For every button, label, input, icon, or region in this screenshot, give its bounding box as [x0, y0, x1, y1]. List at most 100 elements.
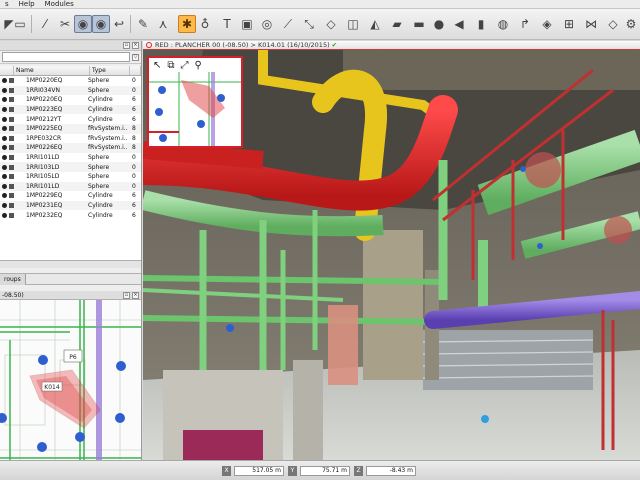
hook-icon[interactable]: ↩	[110, 15, 128, 33]
valve-icon[interactable]: ⋈	[582, 15, 600, 33]
eye-icon[interactable]: ◉	[74, 15, 92, 33]
row-name: 1MP0226EQ	[26, 144, 63, 152]
tripod-icon[interactable]: ⋏	[154, 15, 172, 33]
lock-icon[interactable]	[9, 164, 14, 170]
arrow-icon[interactable]: ↖	[153, 60, 161, 71]
table-row[interactable]: 1RRI103LD Sphere 0	[0, 162, 141, 172]
minimap-overlay[interactable]: ↖ ⧉ ⤢ ⚲	[147, 56, 243, 148]
orange-star-icon[interactable]: ✱	[178, 15, 196, 33]
visibility-icon[interactable]	[2, 107, 7, 113]
sphere-icon[interactable]: ●	[430, 15, 448, 33]
screen-icon[interactable]: ▭	[11, 15, 29, 33]
search-input[interactable]	[2, 52, 130, 62]
sweep-icon[interactable]: ◭	[366, 15, 384, 33]
gear-icon[interactable]: ⚙	[622, 15, 640, 33]
cube-icon[interactable]: ◈	[538, 15, 556, 33]
lock-icon[interactable]	[9, 135, 14, 141]
tab-groups[interactable]: roups	[0, 274, 26, 285]
close-icon[interactable]: ×	[132, 42, 139, 49]
float-button[interactable]: ▫	[123, 42, 130, 49]
visibility-icon[interactable]	[2, 174, 7, 180]
lock-icon[interactable]	[9, 174, 14, 180]
line-icon[interactable]: ⟋	[279, 15, 297, 33]
polygon-icon[interactable]: ◇	[322, 15, 340, 33]
lock-icon[interactable]	[9, 212, 14, 218]
visibility-icon[interactable]	[2, 193, 7, 199]
visibility-icon[interactable]	[2, 78, 7, 84]
table-row[interactable]: 1MP0229EQ Cylindre 6	[0, 191, 141, 201]
lock-icon[interactable]	[9, 78, 14, 84]
lock-icon[interactable]	[9, 116, 14, 122]
table-row[interactable]: 1RRI101LD Sphere 0	[0, 181, 141, 192]
header-type[interactable]: Type	[90, 66, 130, 75]
diagonal-icon[interactable]: ⤡	[300, 15, 318, 33]
visibility-icon[interactable]	[2, 155, 7, 161]
cylinder-icon[interactable]: ▮	[472, 15, 490, 33]
visibility-icon[interactable]	[2, 135, 7, 141]
menu-item-modules[interactable]: Modules	[40, 0, 79, 9]
z-coordinate[interactable]: -8.43 m	[366, 466, 416, 476]
visibility-icon[interactable]	[2, 145, 7, 151]
visibility-icon[interactable]	[2, 97, 7, 103]
lock-icon[interactable]	[9, 203, 14, 209]
torus-icon[interactable]: ◍	[494, 15, 512, 33]
visibility-icon[interactable]	[2, 87, 7, 93]
pipe-icon[interactable]: ▬	[410, 15, 428, 33]
cone-icon[interactable]: ◀	[450, 15, 468, 33]
table-row[interactable]: 1MP0220EQ Cylindre 6	[0, 95, 141, 105]
lock-icon[interactable]	[9, 145, 14, 151]
lock-icon[interactable]	[9, 97, 14, 103]
table-row[interactable]: 1MP0232EQ Cylindre 6	[0, 210, 141, 220]
eye-filled-icon[interactable]: ◉	[92, 15, 110, 33]
table-row[interactable]: 1MP0212YT Cylindre 6	[0, 114, 141, 124]
circle-target-icon[interactable]: ◎	[258, 15, 276, 33]
flat-box-icon[interactable]: ▰	[388, 15, 406, 33]
header-name[interactable]: Name	[14, 66, 90, 75]
lock-icon[interactable]	[9, 126, 14, 132]
table-row[interactable]: 1MP0226EQ fRvSystem.i.. 8	[0, 143, 141, 153]
visibility-icon[interactable]	[2, 212, 7, 218]
table-row[interactable]: 1MP0223EQ Cylindre 6	[0, 104, 141, 115]
fit-icon[interactable]: ⧉	[167, 60, 174, 71]
expand-icon[interactable]: ⤢	[181, 60, 189, 71]
visibility-icon[interactable]	[2, 126, 7, 132]
row-icons	[0, 87, 26, 93]
table-row[interactable]: 1MP0220EQ Sphere 0	[0, 76, 141, 86]
box-icon[interactable]: ◫	[344, 15, 362, 33]
text-icon[interactable]: T	[218, 15, 236, 33]
pen-icon[interactable]: ✎	[134, 15, 152, 33]
camera-icon[interactable]: ▣	[238, 15, 256, 33]
wand-icon[interactable]: ⁄	[36, 15, 54, 33]
zoom-icon[interactable]: ⚲	[195, 60, 202, 71]
scissors-icon[interactable]: ✂	[56, 15, 74, 33]
y-coordinate[interactable]: 75.71 m	[300, 466, 350, 476]
table-row[interactable]: 1RPE032CR fRvSystem.i.. 8	[0, 134, 141, 144]
record-icon[interactable]	[146, 42, 152, 48]
table-row[interactable]: 1RRI034VN Sphere 0	[0, 85, 141, 96]
lock-icon[interactable]	[9, 193, 14, 199]
elbow-icon[interactable]: ↱	[516, 15, 534, 33]
table-row[interactable]: 1RRI105LD Sphere 0	[0, 172, 141, 182]
pin-icon[interactable]: ♁	[196, 15, 214, 33]
flange-icon[interactable]: ⊞	[560, 15, 578, 33]
lock-icon[interactable]	[9, 107, 14, 113]
x-coordinate[interactable]: 517.05 m	[234, 466, 284, 476]
lock-icon[interactable]	[9, 155, 14, 161]
table-row[interactable]: 1MP0225EQ fRvSystem.i.. 8	[0, 123, 141, 134]
table-scrollbar[interactable]	[0, 260, 141, 268]
visibility-icon[interactable]	[2, 116, 7, 122]
floor-plan-map[interactable]: P6 K014	[0, 300, 141, 480]
lock-icon[interactable]	[9, 87, 14, 93]
float-button[interactable]: ▫	[123, 291, 130, 299]
filter-icon[interactable]: ▽	[132, 53, 139, 61]
visibility-icon[interactable]	[2, 164, 7, 170]
table-row[interactable]: 1RRI101LD Sphere 0	[0, 153, 141, 163]
visibility-icon[interactable]	[2, 203, 7, 209]
menu-item-help[interactable]: Help	[14, 0, 40, 9]
menu-item-s[interactable]: s	[0, 0, 14, 9]
table-row[interactable]: 1MP0231EQ Cylindre 6	[0, 200, 141, 211]
visibility-icon[interactable]	[2, 183, 7, 189]
lock-icon[interactable]	[9, 183, 14, 189]
close-icon[interactable]: ×	[132, 291, 139, 299]
plane-icon[interactable]: ◇	[604, 15, 622, 33]
